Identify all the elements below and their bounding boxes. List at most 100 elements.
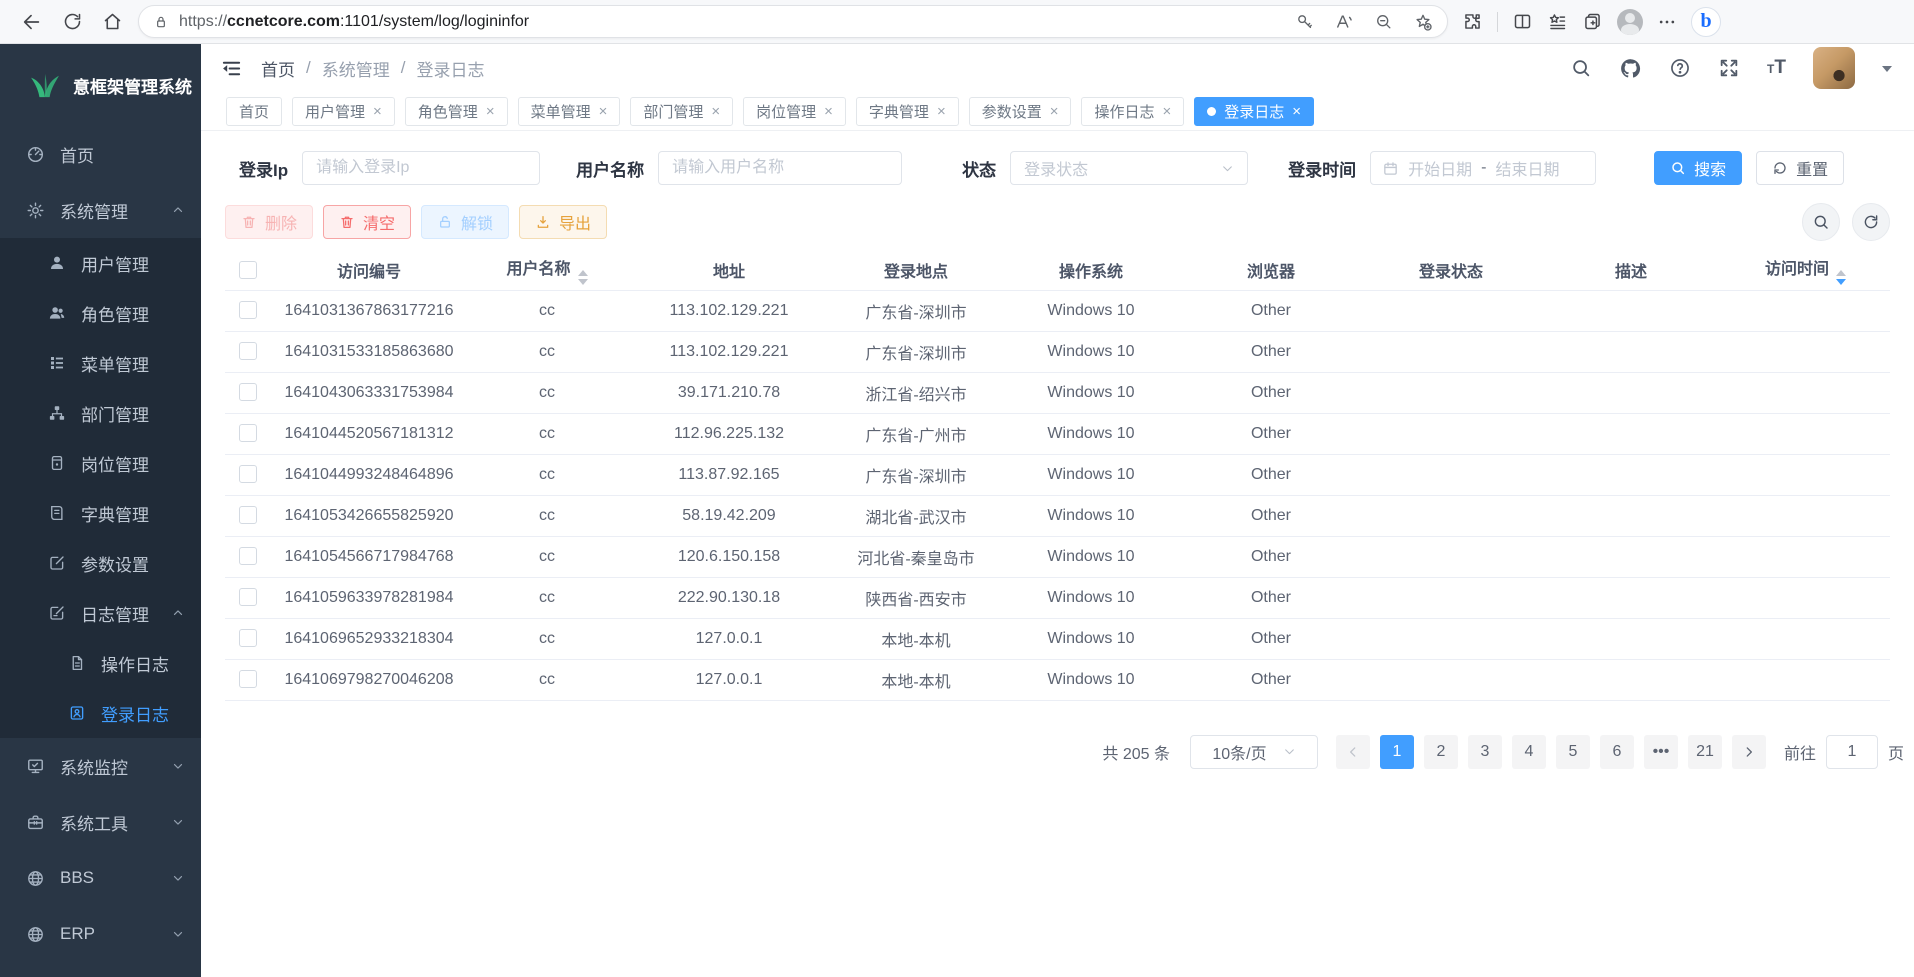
search-icon[interactable] (1570, 57, 1592, 79)
page-button[interactable]: 5 (1556, 735, 1590, 769)
column-header-user[interactable]: 用户名称 (467, 251, 627, 290)
tab-role-mgmt[interactable]: 角色管理× (405, 97, 508, 126)
sidebar-item-yi-framework[interactable]: Yi框架 (0, 962, 201, 977)
breadcrumb-item[interactable]: 首页 (261, 56, 295, 81)
select-all-checkbox[interactable] (239, 261, 257, 279)
font-size-icon[interactable]: TT (1767, 57, 1786, 79)
sidebar-item-login-log[interactable]: 登录日志 (0, 688, 201, 738)
password-key-icon[interactable] (1295, 12, 1314, 31)
sidebar-item-erp[interactable]: ERP (0, 906, 201, 962)
refresh-button[interactable] (52, 4, 92, 40)
close-icon[interactable]: × (599, 103, 608, 120)
sidebar-item-system-monitor[interactable]: 系统监控 (0, 738, 201, 794)
sidebar-item-system-tools[interactable]: 系统工具 (0, 794, 201, 850)
address-bar[interactable]: https://ccnetcore.com:1101/system/log/lo… (138, 5, 1448, 38)
close-icon[interactable]: × (824, 103, 833, 120)
sidebar-item-bbs[interactable]: BBS (0, 850, 201, 906)
tab-menu-mgmt[interactable]: 菜单管理× (518, 97, 621, 126)
row-checkbox[interactable] (239, 342, 257, 360)
home-button[interactable] (92, 4, 132, 40)
sidebar-item-home[interactable]: 首页 (0, 126, 201, 182)
row-checkbox[interactable] (239, 424, 257, 442)
zoom-out-icon[interactable] (1374, 12, 1393, 31)
close-icon[interactable]: × (486, 103, 495, 120)
more-menu-icon[interactable] (1657, 12, 1677, 32)
login-ip-input[interactable] (302, 151, 540, 185)
row-checkbox[interactable] (239, 383, 257, 401)
sidebar-item-log-mgmt[interactable]: 日志管理 (0, 588, 201, 638)
tab-dept-mgmt[interactable]: 部门管理× (630, 97, 733, 126)
page-button[interactable]: 3 (1468, 735, 1502, 769)
close-icon[interactable]: × (1163, 103, 1172, 120)
search-toggle-button[interactable] (1802, 203, 1840, 241)
delete-button[interactable]: 删除 (225, 205, 313, 239)
close-icon[interactable]: × (711, 103, 720, 120)
collections-icon[interactable] (1582, 11, 1603, 32)
page-button[interactable]: 4 (1512, 735, 1546, 769)
column-header-time[interactable]: 访问时间 (1721, 251, 1890, 290)
sidebar-item-role-mgmt[interactable]: 角色管理 (0, 288, 201, 338)
user-avatar[interactable] (1813, 47, 1855, 89)
page-button[interactable]: 21 (1688, 735, 1722, 769)
more-pages-button[interactable]: ••• (1644, 735, 1678, 769)
search-button[interactable]: 搜索 (1654, 151, 1742, 185)
close-icon[interactable]: × (373, 103, 382, 120)
close-icon[interactable]: × (1292, 103, 1301, 120)
row-checkbox[interactable] (239, 547, 257, 565)
sidebar-item-system-mgmt[interactable]: 系统管理 (0, 182, 201, 238)
tab-login-log[interactable]: 登录日志× (1194, 97, 1314, 126)
page-button[interactable]: 6 (1600, 735, 1634, 769)
date-range-picker[interactable]: 开始日期 - 结束日期 (1370, 151, 1596, 185)
tab-param-settings[interactable]: 参数设置× (969, 97, 1072, 126)
sidebar-item-operation-log[interactable]: 操作日志 (0, 638, 201, 688)
row-checkbox[interactable] (239, 629, 257, 647)
caret-down-icon[interactable] (1882, 66, 1892, 77)
clear-button[interactable]: 清空 (323, 205, 411, 239)
row-checkbox[interactable] (239, 588, 257, 606)
github-icon[interactable] (1619, 57, 1642, 80)
sidebar-item-dept-mgmt[interactable]: 部门管理 (0, 388, 201, 438)
row-checkbox[interactable] (239, 670, 257, 688)
browser-profile-avatar[interactable] (1617, 9, 1643, 35)
read-aloud-icon[interactable] (1334, 12, 1354, 32)
goto-page-input[interactable] (1826, 735, 1878, 769)
status-select[interactable]: 登录状态 (1010, 151, 1248, 185)
unlock-button[interactable]: 解锁 (421, 205, 509, 239)
sidebar-item-dict-mgmt[interactable]: 字典管理 (0, 488, 201, 538)
favorites-icon[interactable] (1547, 11, 1568, 32)
tab-dict-mgmt[interactable]: 字典管理× (856, 97, 959, 126)
row-checkbox[interactable] (239, 506, 257, 524)
breadcrumb-item[interactable]: 系统管理 (322, 56, 390, 81)
page-button[interactable]: 2 (1424, 735, 1458, 769)
bing-copilot-icon[interactable]: b (1691, 7, 1721, 37)
page-size-select[interactable]: 10条/页 (1190, 735, 1318, 769)
row-checkbox[interactable] (239, 301, 257, 319)
sidebar-item-menu-mgmt[interactable]: 菜单管理 (0, 338, 201, 388)
favorite-add-icon[interactable] (1413, 12, 1433, 32)
sort-icon[interactable] (1836, 270, 1846, 285)
refresh-table-button[interactable] (1852, 203, 1890, 241)
sidebar-item-post-mgmt[interactable]: 岗位管理 (0, 438, 201, 488)
help-icon[interactable] (1669, 57, 1691, 79)
back-button[interactable] (12, 4, 52, 40)
user-name-input[interactable] (658, 151, 902, 185)
page-button[interactable]: 1 (1380, 735, 1414, 769)
tab-home[interactable]: 首页 (226, 97, 282, 126)
breadcrumb-item[interactable]: 登录日志 (416, 56, 484, 81)
next-page-button[interactable] (1732, 735, 1766, 769)
tab-post-mgmt[interactable]: 岗位管理× (743, 97, 846, 126)
tab-user-mgmt[interactable]: 用户管理× (292, 97, 395, 126)
export-button[interactable]: 导出 (519, 205, 607, 239)
close-icon[interactable]: × (937, 103, 946, 120)
split-screen-icon[interactable] (1512, 11, 1533, 32)
tab-operation-log[interactable]: 操作日志× (1081, 97, 1184, 126)
reset-button[interactable]: 重置 (1756, 151, 1844, 185)
extensions-icon[interactable] (1462, 11, 1483, 32)
sidebar-item-param-settings[interactable]: 参数设置 (0, 538, 201, 588)
close-icon[interactable]: × (1050, 103, 1059, 120)
fullscreen-icon[interactable] (1718, 57, 1740, 79)
prev-page-button[interactable] (1336, 735, 1370, 769)
sort-icon[interactable] (578, 270, 588, 285)
sidebar-item-user-mgmt[interactable]: 用户管理 (0, 238, 201, 288)
row-checkbox[interactable] (239, 465, 257, 483)
